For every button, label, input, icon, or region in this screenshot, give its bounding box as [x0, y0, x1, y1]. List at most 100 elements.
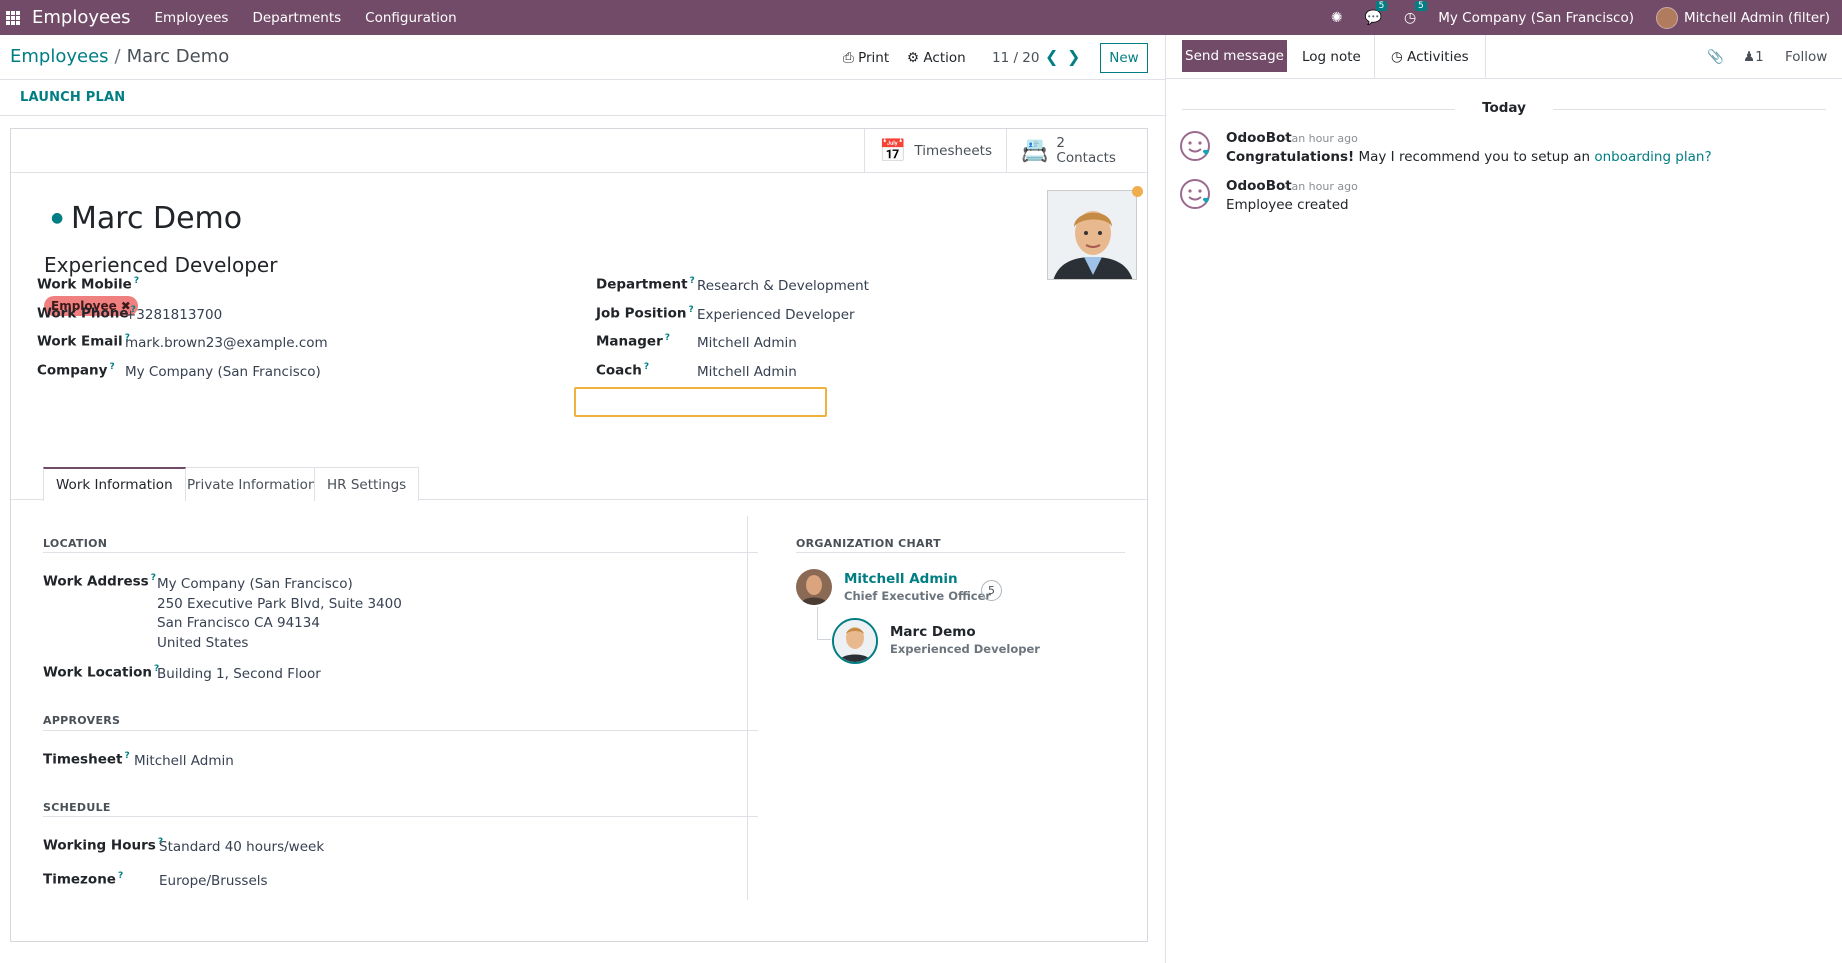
breadcrumb-current: Marc Demo [126, 46, 230, 67]
work-location-value[interactable]: Building 1, Second Floor [157, 666, 321, 682]
employee-photo[interactable] [1047, 190, 1137, 280]
message-time: - an hour ago [1284, 132, 1358, 145]
new-button[interactable]: New [1100, 43, 1148, 73]
followers-button[interactable]: ♟1 [1743, 49, 1764, 65]
address-line-2: 250 Executive Park Blvd, Suite 3400 [157, 595, 402, 612]
breadcrumb-separator: / [114, 46, 121, 67]
user-avatar[interactable] [1655, 6, 1678, 29]
pager-next-icon[interactable]: ❯ [1067, 47, 1080, 66]
message-time: - an hour ago [1284, 180, 1358, 193]
paperclip-icon[interactable]: 📎 [1707, 49, 1724, 65]
work-email-label: Work Email? [37, 333, 130, 350]
followers-count: 1 [1755, 49, 1764, 65]
messages-badge: 5 [1375, 0, 1388, 11]
apps-menu-icon[interactable] [6, 10, 20, 25]
address-line-1: My Company (San Francisco) [157, 576, 353, 592]
org-chart-title: ORGANIZATION CHART [796, 537, 941, 550]
org-employee-title: Experienced Developer [890, 642, 1040, 656]
org-connector-line [817, 607, 818, 639]
employee-job-title[interactable]: Experienced Developer [44, 253, 277, 277]
work-email-value[interactable]: mark.brown23@example.com [125, 335, 328, 351]
company-switcher[interactable]: My Company (San Francisco) [1438, 10, 1634, 26]
message-author[interactable]: OdooBot [1226, 130, 1292, 146]
message-body: Employee created [1226, 197, 1349, 213]
follow-button[interactable]: Follow [1785, 49, 1827, 65]
smart-button-bar: 📅 Timesheets 📇 2 Contacts [11, 129, 1147, 173]
work-address-value[interactable]: My Company (San Francisco) 250 Executive… [157, 575, 402, 653]
pager-value[interactable]: 11 / 20 [992, 50, 1040, 66]
location-divider [43, 552, 758, 553]
top-navbar: Employees Employees Departments Configur… [0, 0, 1842, 35]
user-menu[interactable]: Mitchell Admin (filter) [1684, 10, 1830, 26]
chatter-topbar: Send message Log note ◷ Activities 📎 ♟1 … [1166, 35, 1842, 79]
tab-private-information[interactable]: Private Information [174, 467, 330, 501]
menu-configuration[interactable]: Configuration [365, 10, 457, 26]
manager-value[interactable]: Mitchell Admin [697, 335, 797, 351]
send-message-button[interactable]: Send message [1182, 40, 1287, 72]
coach-label: Coach? [596, 362, 650, 379]
timezone-value[interactable]: Europe/Brussels [159, 873, 268, 889]
clock-icon: ◷ [1391, 49, 1408, 65]
print-button[interactable]: ⎙ Print [843, 50, 889, 66]
address-line-3: San Francisco CA 94134 [157, 615, 320, 631]
timezone-label: Timezone? [43, 871, 124, 888]
activities-icon[interactable]: ◷ 5 [1404, 0, 1427, 26]
odoobot-avatar [1179, 178, 1211, 210]
org-employee-name: Marc Demo [890, 624, 976, 640]
action-button[interactable]: ⚙ Action [907, 50, 966, 66]
working-hours-value[interactable]: Standard 40 hours/week [159, 839, 324, 855]
employee-name[interactable]: Marc Demo [71, 201, 242, 236]
tab-hr-settings[interactable]: HR Settings [314, 467, 420, 501]
department-label: Department? [596, 276, 695, 293]
chatter-panel: Send message Log note ◷ Activities 📎 ♟1 … [1165, 35, 1842, 963]
message-author[interactable]: OdooBot [1226, 178, 1292, 194]
work-location-label: Work Location? [43, 664, 160, 681]
activities-label: Activities [1407, 49, 1469, 65]
bug-icon[interactable]: ✺ [1331, 10, 1343, 26]
tab-work-information[interactable]: Work Information [43, 467, 186, 501]
org-manager-count-badge[interactable]: 5 [981, 580, 1002, 601]
approvers-divider [43, 730, 758, 731]
manager-label: Manager? [596, 333, 670, 350]
job-position-value[interactable]: Experienced Developer [697, 307, 855, 323]
address-line-4: United States [157, 634, 249, 651]
timesheet-approver-value[interactable]: Mitchell Admin [134, 753, 234, 769]
company-label: Company? [37, 362, 115, 379]
manager-field-highlight [574, 387, 827, 417]
menu-departments[interactable]: Departments [252, 10, 341, 26]
contacts-smart-button[interactable]: 📇 2 Contacts [1006, 129, 1147, 173]
log-note-button[interactable]: Log note [1302, 49, 1361, 65]
timesheet-approver-label: Timesheet? [43, 751, 130, 768]
company-value[interactable]: My Company (San Francisco) [125, 364, 321, 380]
org-manager-name[interactable]: Mitchell Admin [844, 571, 958, 587]
breadcrumb-employees[interactable]: Employees [10, 46, 109, 67]
pager-previous-icon[interactable]: ❮ [1045, 47, 1058, 66]
menu-employees[interactable]: Employees [155, 10, 229, 26]
onboarding-plan-link[interactable]: onboarding plan? [1594, 149, 1711, 165]
messages-icon[interactable]: 💬 5 [1365, 0, 1388, 26]
location-section-title: LOCATION [43, 537, 108, 550]
work-phone-value[interactable]: +3281813700 [125, 307, 222, 323]
manager-avatar[interactable] [796, 569, 832, 605]
notebook-tabs: Work Information Private Information HR … [11, 467, 1147, 501]
activities-button[interactable]: ◷ Activities [1374, 35, 1486, 79]
department-value[interactable]: Research & Development [697, 278, 869, 294]
timesheets-smart-button[interactable]: 📅 Timesheets [864, 129, 1006, 173]
work-address-label: Work Address? [43, 573, 156, 590]
employee-org-avatar [832, 618, 878, 664]
print-icon: ⎙ [843, 50, 859, 66]
org-chart-divider [796, 552, 1125, 553]
work-mobile-label: Work Mobile? [37, 276, 140, 293]
sheet-column-divider [747, 516, 748, 900]
coach-value[interactable]: Mitchell Admin [697, 364, 797, 380]
message-body: Congratulations! May I recommend you to … [1226, 149, 1712, 165]
action-label: Action [923, 50, 966, 66]
launch-plan-button[interactable]: LAUNCH PLAN [20, 90, 125, 105]
address-card-icon: 📇 [1021, 138, 1049, 164]
app-name[interactable]: Employees [32, 7, 131, 28]
activities-badge: 5 [1415, 0, 1427, 11]
form-sheet: 📅 Timesheets 📇 2 Contacts ● Marc Demo Ex… [10, 128, 1148, 942]
chat-bubble-icon[interactable]: ● [51, 210, 63, 226]
presence-status-icon [1132, 186, 1143, 197]
print-label: Print [858, 50, 890, 66]
